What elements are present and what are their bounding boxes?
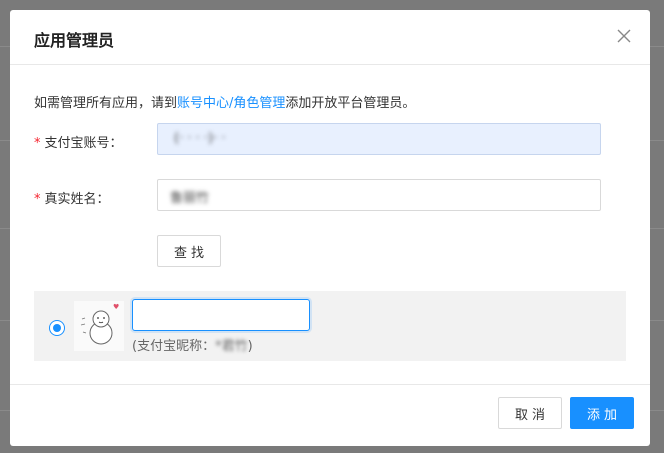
real-name-field[interactable] [157,179,601,211]
notice-text: 如需管理所有应用，请到账号中心/角色管理添加开放平台管理员。 [34,92,415,111]
nickname-value: *君竹 [215,339,248,354]
notice-suffix: 添加开放平台管理员。 [285,96,416,111]
nickname-input[interactable] [132,299,310,331]
close-icon [617,29,631,43]
notice-prefix: 如需管理所有应用，请到 [34,96,178,111]
alipay-account-label-text: 支付宝账号： [44,136,123,151]
alipay-account-field[interactable] [157,123,601,155]
nickname-suffix: ) [247,339,253,354]
avatar: ♥ [74,301,124,351]
required-mark: * [34,192,41,207]
svg-text:♥: ♥ [113,303,119,311]
account-center-role-link[interactable]: 账号中心/角色管理 [177,96,285,111]
required-mark: * [34,136,41,151]
alipay-account-label: * 支付宝账号： [34,132,123,151]
dialog-title: 应用管理员 [34,31,115,50]
cartoon-avatar-icon: ♥ [80,303,119,345]
real-name-label-text: 真实姓名： [44,192,110,207]
dialog-footer: 取消 添加 [10,384,650,446]
close-button[interactable] [612,24,636,48]
search-button[interactable]: 查找 [157,235,221,267]
cancel-button[interactable]: 取消 [498,397,562,429]
app-admin-dialog: 应用管理员 如需管理所有应用，请到账号中心/角色管理添加开放平台管理员。 * 支付… [10,10,650,446]
add-button[interactable]: 添加 [570,397,634,429]
search-result-row: ♥ (支付宝昵称：*君竹) [34,291,626,361]
real-name-label: * 真实姓名： [34,188,110,207]
nickname-prefix: (支付宝昵称： [132,339,216,354]
alipay-nickname-text: (支付宝昵称：*君竹) [132,335,253,354]
radio-checked-dot [53,324,61,332]
dialog-header: 应用管理员 [10,10,650,65]
select-radio[interactable] [49,320,65,336]
